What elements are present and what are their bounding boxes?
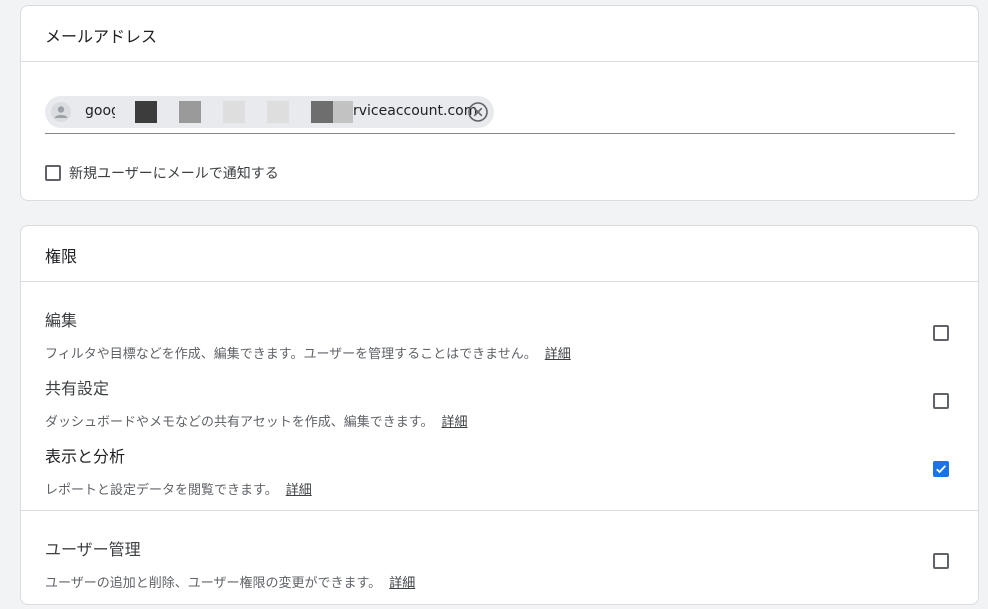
permission-title: ユーザー管理 xyxy=(45,540,141,559)
details-link[interactable]: 詳細 xyxy=(441,415,467,430)
email-input-field[interactable]: goog rviceaccount.com xyxy=(45,84,955,134)
redaction-block xyxy=(223,101,245,123)
redaction-block xyxy=(267,101,289,123)
details-link[interactable]: 詳細 xyxy=(286,483,312,498)
permission-description-text: レポートと設定データを閲覧できます。 xyxy=(45,483,278,498)
permission-description: ユーザーの追加と削除、ユーザー権限の変更ができます。 詳細 xyxy=(45,572,955,591)
permission-user-management-checkbox[interactable] xyxy=(933,553,949,569)
redaction-block xyxy=(311,101,333,123)
redaction-block xyxy=(135,101,157,123)
permissions-section-title: 権限 xyxy=(21,226,978,282)
permission-description: フィルタや目標などを作成、編集できます。ユーザーを管理することはできません。 詳細 xyxy=(45,343,955,362)
permission-edit: 編集 フィルタや目標などを作成、編集できます。ユーザーを管理することはできません… xyxy=(45,307,955,362)
permission-edit-checkbox[interactable] xyxy=(933,325,949,341)
permission-title: 表示と分析 xyxy=(45,447,126,466)
notify-by-email-option[interactable]: 新規ユーザーにメールで通知する xyxy=(45,163,279,183)
email-address-card: メールアドレス goog rviceaccount.com xyxy=(20,5,979,201)
permission-share: 共有設定 ダッシュボードやメモなどの共有アセットを作成、編集できます。 詳細 xyxy=(45,375,955,430)
permission-description: レポートと設定データを閲覧できます。 詳細 xyxy=(45,479,955,498)
permission-view-analyze-checkbox[interactable] xyxy=(933,461,949,477)
details-link[interactable]: 詳細 xyxy=(545,347,571,362)
details-link[interactable]: 詳細 xyxy=(389,576,415,591)
email-chip[interactable]: goog rviceaccount.com xyxy=(45,96,494,128)
permission-description-text: フィルタや目標などを作成、編集できます。ユーザーを管理することはできません。 xyxy=(45,347,537,362)
permission-share-checkbox[interactable] xyxy=(933,393,949,409)
notify-label: 新規ユーザーにメールで通知する xyxy=(69,166,279,182)
email-chip-text-start: goog xyxy=(85,103,115,119)
permission-title: 共有設定 xyxy=(45,379,110,398)
notify-checkbox[interactable] xyxy=(45,165,61,181)
permission-description-text: ユーザーの追加と削除、ユーザー権限の変更ができます。 xyxy=(45,576,382,591)
section-divider xyxy=(21,510,978,511)
permissions-card: 権限 編集 フィルタや目標などを作成、編集できます。ユーザーを管理することはでき… xyxy=(20,225,979,605)
redaction-block xyxy=(333,101,353,123)
permission-description-text: ダッシュボードやメモなどの共有アセットを作成、編集できます。 xyxy=(45,415,434,430)
remove-chip-icon[interactable] xyxy=(467,101,489,123)
redaction-block xyxy=(179,101,201,123)
email-section-title: メールアドレス xyxy=(21,6,978,62)
permission-title: 編集 xyxy=(45,311,78,330)
checkmark-icon xyxy=(936,465,947,474)
permission-description: ダッシュボードやメモなどの共有アセットを作成、編集できます。 詳細 xyxy=(45,411,955,430)
permission-view-analyze: 表示と分析 レポートと設定データを閲覧できます。 詳細 xyxy=(45,443,955,498)
person-icon xyxy=(51,102,71,122)
permission-user-management: ユーザー管理 ユーザーの追加と削除、ユーザー権限の変更ができます。 詳細 xyxy=(45,536,955,591)
email-chip-text-end: rviceaccount.com xyxy=(353,103,478,119)
